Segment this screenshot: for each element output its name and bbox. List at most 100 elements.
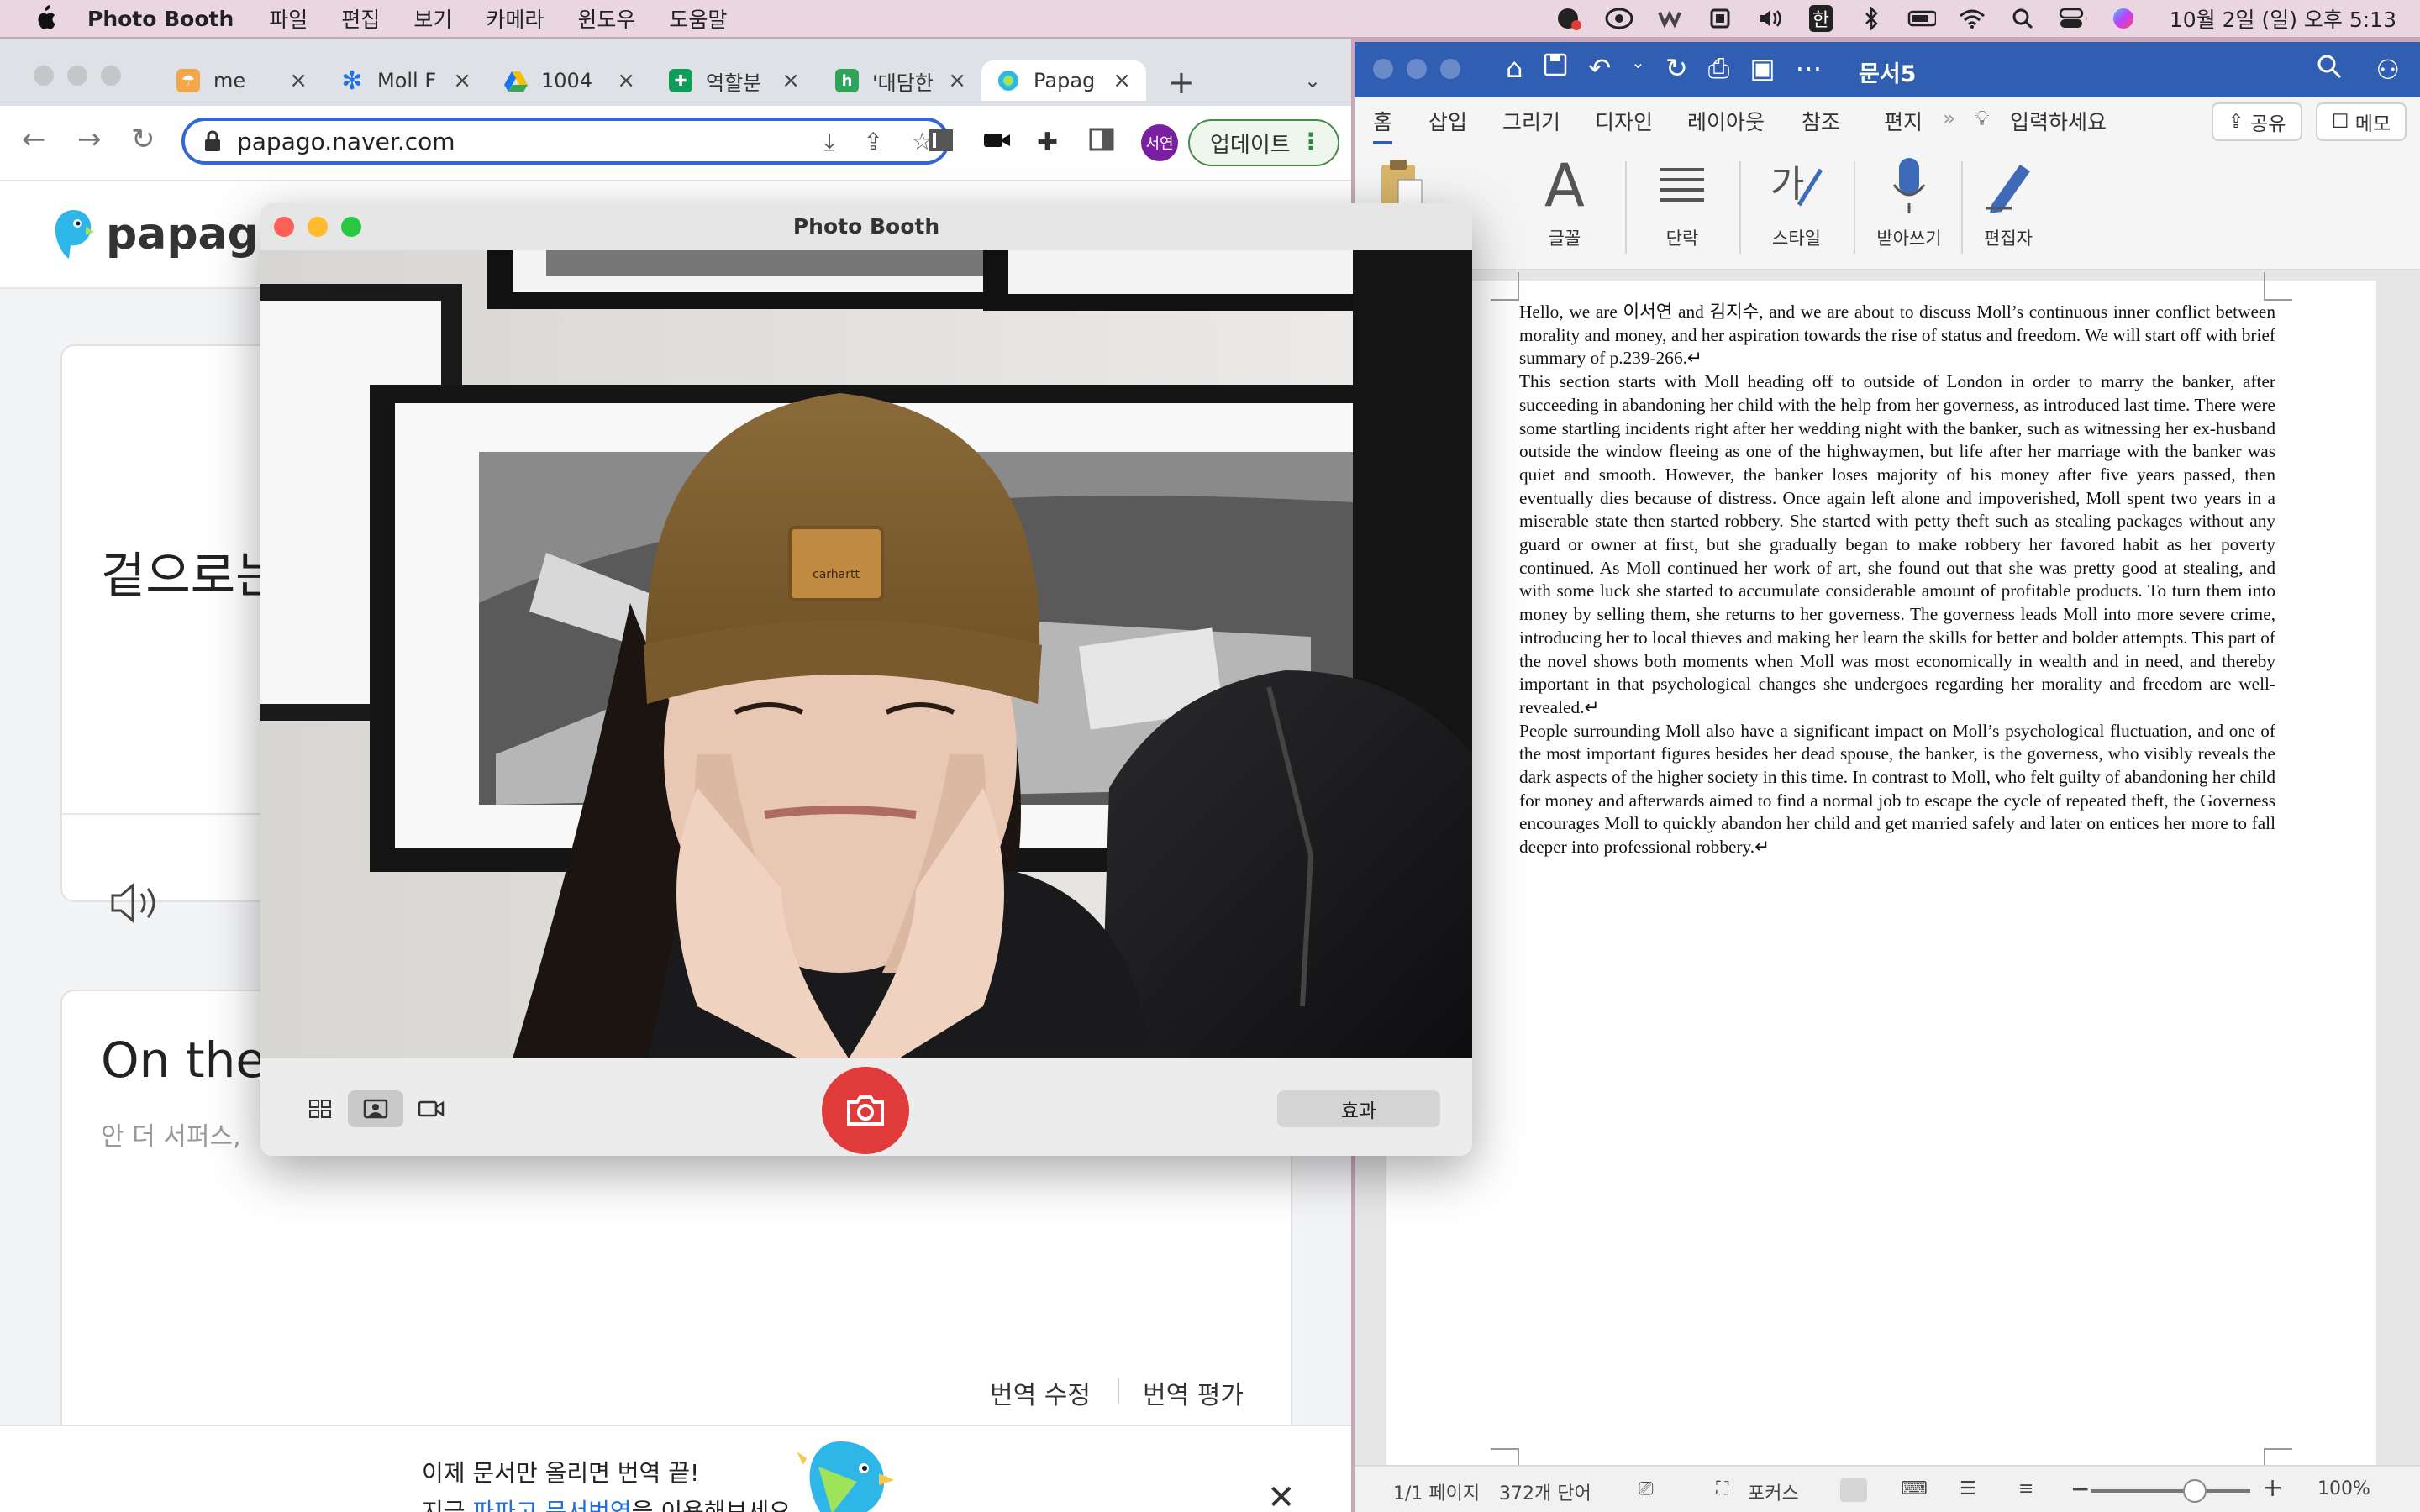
save-icon[interactable]	[1543, 52, 1568, 85]
zoom-level[interactable]: 100%	[2317, 1478, 2370, 1499]
wacom-icon[interactable]	[1655, 6, 1684, 31]
dictate-group[interactable]: 받아쓰기	[1859, 153, 1960, 262]
single-photo-icon[interactable]	[348, 1090, 403, 1127]
menubar-clock[interactable]: 10월 2일 (일) 오후 5:13	[2170, 3, 2396, 34]
take-photo-button[interactable]	[822, 1067, 909, 1154]
close-window-button[interactable]	[34, 66, 54, 86]
minimize-window-button[interactable]	[67, 66, 87, 86]
app-name[interactable]: Photo Booth	[87, 7, 234, 31]
screen-record-icon[interactable]	[1706, 6, 1734, 31]
minimize-window-button[interactable]	[308, 217, 328, 237]
paragraph[interactable]: Hello, we are 이서연 and 김지수, and we are ab…	[1519, 301, 2275, 370]
zoom-out-icon[interactable]: −	[2070, 1475, 2090, 1503]
close-window-button[interactable]	[274, 217, 294, 237]
font-group[interactable]: A 글꼴	[1514, 151, 1615, 262]
minimize-window-button[interactable]	[1407, 59, 1427, 79]
spotlight-icon[interactable]	[2008, 6, 2037, 31]
profile-avatar[interactable]: 서연	[1141, 124, 1178, 161]
close-icon[interactable]: ×	[948, 68, 966, 93]
document-body[interactable]: Hello, we are 이서연 and 김지수, and we are ab…	[1519, 301, 2275, 859]
home-icon[interactable]: ⌂	[1506, 52, 1523, 85]
word-count[interactable]: 372개 단어	[1499, 1478, 1591, 1505]
browser-tab[interactable]: ☂ me ×	[176, 60, 308, 101]
close-banner-icon[interactable]: ✕	[1267, 1478, 1296, 1512]
side-panel-icon[interactable]	[1089, 128, 1114, 158]
browser-tab[interactable]: ✻ Moll F ×	[340, 60, 471, 101]
close-icon[interactable]: ×	[289, 68, 308, 93]
document-page[interactable]: Hello, we are 이서연 and 김지수, and we are ab…	[1386, 272, 2376, 1477]
new-tab-button[interactable]: +	[1168, 64, 1195, 101]
address-bar[interactable]: papago.naver.com ⤓ ⇪ ☆	[182, 118, 950, 165]
chevron-down-icon[interactable]: ⌄	[1304, 69, 1321, 92]
forward-icon[interactable]: →	[77, 123, 102, 156]
print-icon[interactable]: ⎙	[1708, 52, 1730, 85]
tab-layout[interactable]: 레이아웃	[1687, 106, 1765, 136]
install-icon[interactable]: ⤓	[824, 128, 834, 156]
menu-help[interactable]: 도움말	[669, 3, 727, 34]
chevron-down-icon[interactable]: ⌄	[1631, 52, 1645, 85]
more-tabs-icon[interactable]: »	[1943, 106, 1955, 130]
redo-icon[interactable]: ↻	[1665, 52, 1688, 85]
web-layout-icon[interactable]: ⌨	[1901, 1478, 1928, 1499]
extensions-puzzle-icon[interactable]: ✚	[1037, 128, 1058, 157]
tab-insert[interactable]: 삽입	[1428, 106, 1467, 136]
bluetooth-icon[interactable]	[1857, 6, 1886, 31]
zoom-window-button[interactable]	[341, 217, 361, 237]
messenger-icon[interactable]	[1555, 6, 1583, 31]
menu-camera[interactable]: 카메라	[486, 3, 544, 34]
zoom-window-button[interactable]	[1440, 59, 1460, 79]
zoom-in-icon[interactable]: +	[2262, 1473, 2283, 1503]
papago-logo[interactable]: papago	[52, 208, 289, 260]
translation-text[interactable]: On the	[101, 1032, 266, 1089]
siri-icon[interactable]	[2109, 6, 2138, 31]
menu-view[interactable]: 보기	[413, 3, 452, 34]
comments-button[interactable]: ☐ 메모	[2316, 102, 2407, 141]
save-as-icon[interactable]: ▣	[1749, 52, 1775, 85]
reader-icon[interactable]	[928, 128, 955, 160]
focus-icon[interactable]: ⛶	[1716, 1478, 1728, 1499]
search-icon[interactable]	[2317, 54, 2342, 86]
creative-cloud-icon[interactable]	[1605, 6, 1634, 31]
browser-tab[interactable]: h '대담한 ×	[835, 60, 966, 101]
share-icon[interactable]: ⇪	[863, 128, 882, 156]
menu-file[interactable]: 파일	[269, 3, 308, 34]
video-icon[interactable]	[403, 1090, 459, 1127]
proofing-icon[interactable]: ⎚	[1639, 1478, 1654, 1499]
browser-tab-active[interactable]: Papag ×	[981, 60, 1146, 101]
tab-mailings[interactable]: 편지	[1884, 106, 1923, 136]
paragraph-group[interactable]: 단락	[1632, 153, 1733, 262]
close-icon[interactable]: ×	[1113, 68, 1131, 93]
apple-menu-icon[interactable]	[32, 3, 66, 34]
control-center-icon[interactable]	[2059, 6, 2087, 31]
tell-me-field[interactable]: 입력하세요	[2010, 106, 2107, 136]
grid-view-icon[interactable]	[292, 1090, 348, 1127]
menu-window[interactable]: 윈도우	[577, 3, 635, 34]
effects-button[interactable]: 효과	[1277, 1090, 1440, 1127]
paragraph[interactable]: People surrounding Moll also have a sign…	[1519, 720, 2275, 859]
browser-tab[interactable]: ✚ 역할분 ×	[669, 60, 800, 101]
paragraph[interactable]: This section starts with Moll heading of…	[1519, 370, 2275, 720]
source-text[interactable]: 겉으로는	[101, 536, 280, 606]
more-icon[interactable]: ⋯	[1796, 52, 1823, 85]
update-button[interactable]: 업데이트 ⋮	[1188, 119, 1339, 166]
menu-edit[interactable]: 편집	[341, 3, 380, 34]
close-window-button[interactable]	[1373, 59, 1393, 79]
close-icon[interactable]: ×	[617, 68, 635, 93]
focus-label[interactable]: 포커스	[1748, 1478, 1799, 1505]
zoom-slider-handle[interactable]	[2183, 1479, 2207, 1503]
page-count[interactable]: 1/1 페이지	[1393, 1478, 1480, 1505]
reload-icon[interactable]: ↻	[131, 123, 155, 156]
lightbulb-icon[interactable]: 💡︎	[1975, 106, 1990, 131]
tab-design[interactable]: 디자인	[1595, 106, 1653, 136]
share-button[interactable]: ⇪ 공유	[2212, 102, 2302, 141]
print-layout-icon[interactable]	[1840, 1478, 1867, 1502]
tab-home[interactable]: 홈	[1373, 106, 1393, 144]
draft-icon[interactable]: ≡	[2018, 1478, 2033, 1499]
close-icon[interactable]: ×	[453, 68, 471, 93]
outline-icon[interactable]: ☰	[1960, 1478, 1976, 1499]
zoom-window-button[interactable]	[101, 66, 121, 86]
speaker-icon[interactable]	[109, 880, 160, 926]
rate-translation-link[interactable]: 번역 평가	[1143, 1374, 1244, 1411]
edit-translation-link[interactable]: 번역 수정	[990, 1374, 1091, 1411]
wifi-icon[interactable]	[1958, 6, 1986, 31]
